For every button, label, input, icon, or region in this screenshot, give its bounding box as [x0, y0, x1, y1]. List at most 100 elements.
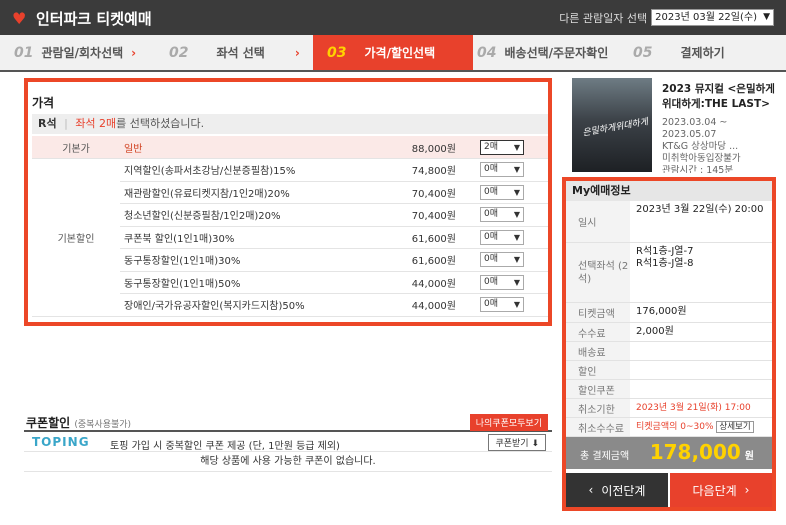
- total-value: 178,000: [649, 440, 741, 464]
- chevron-down-icon: ▼: [513, 210, 520, 220]
- chevron-right-icon: ›: [744, 483, 750, 497]
- price-title: 가격: [32, 96, 55, 110]
- date-select[interactable]: 2023년 03월 22일(수) ▼: [651, 9, 774, 26]
- total-amount: 178,000 원: [650, 440, 754, 464]
- qty-cell: 0매 ▼: [470, 158, 548, 182]
- my-booking-title: My예매정보: [566, 181, 772, 201]
- info-row-discount: 할인: [566, 361, 772, 380]
- step-5[interactable]: 05 결제하기: [621, 35, 786, 70]
- qty-value: 2매: [484, 141, 499, 152]
- qty-cell: 0매 ▼: [470, 181, 548, 204]
- qty-select[interactable]: 0매 ▼: [480, 207, 524, 223]
- show-age: 미취학아동입장불가: [662, 153, 741, 164]
- get-coupon-button[interactable]: 쿠폰받기 ⬇: [488, 434, 546, 451]
- info-row-shipping: 배송료: [566, 342, 772, 361]
- step-bar: 01 관람일/회차선택 › 02 좌석 선택 › 03 가격/할인선택 04 배…: [0, 35, 786, 72]
- info-label: 배송료: [566, 342, 630, 360]
- step-3-active[interactable]: 03 가격/할인선택: [313, 35, 473, 70]
- price-value: 88,000원: [380, 136, 470, 159]
- chevron-down-icon: ▼: [513, 165, 520, 175]
- info-row-coupon: 할인쿠폰: [566, 380, 772, 399]
- info-row-seats: 선택좌석 (2석) R석1층-J열-7 R석1층-J열-8: [566, 243, 772, 303]
- no-coupon-message: 해당 상품에 사용 가능한 쿠폰이 없습니다.: [24, 452, 552, 472]
- show-venue: KT&G 상상마당 ...: [662, 141, 739, 152]
- qty-value: 0매: [484, 254, 499, 265]
- show-poster: 은밀하게위대하게: [572, 78, 652, 172]
- qty-select[interactable]: 0매 ▼: [480, 184, 524, 200]
- price-category: 기본가: [32, 136, 120, 159]
- show-dates: 2023.03.04 ~ 2023.05.07: [662, 117, 728, 140]
- step-4[interactable]: 04 배송선택/주문자확인: [473, 35, 621, 70]
- next-step-label: 다음단계: [692, 483, 737, 498]
- detail-button[interactable]: 상세보기: [716, 421, 754, 433]
- qty-select[interactable]: 0매 ▼: [480, 252, 524, 268]
- info-value: 176,000원: [636, 306, 687, 317]
- qty-select[interactable]: 0매 ▼: [480, 229, 524, 245]
- step-2[interactable]: 02 좌석 선택 ›: [155, 35, 313, 70]
- step-label: 좌석 선택: [216, 46, 265, 60]
- qty-select[interactable]: 0매 ▼: [480, 162, 524, 178]
- date-select-label: 다른 관람일자 선택: [559, 11, 648, 25]
- brand-logo: ♥ 인터파크 티켓예매: [12, 8, 152, 29]
- next-step-button[interactable]: 다음단계 ›: [670, 473, 772, 507]
- info-value: R석1층-J열-7 R석1층-J열-8: [636, 243, 772, 270]
- grade-name: R석: [38, 117, 57, 130]
- step-label: 관람일/회차선택: [41, 46, 124, 60]
- show-runtime: 관람시간 : 145분: [662, 165, 734, 173]
- prev-step-button[interactable]: ‹ 이전단계: [566, 473, 668, 507]
- qty-select[interactable]: 0매 ▼: [480, 274, 524, 290]
- date-select-value: 2023년 03월 22일(수): [655, 12, 757, 23]
- grade-separator: |: [64, 117, 68, 130]
- chevron-down-icon: ▼: [513, 187, 520, 197]
- coupon-row: TOPING 토핑 가입 시 중복할인 쿠폰 제공 (단, 1만원 등급 제외)…: [24, 432, 552, 452]
- step-label: 결제하기: [680, 46, 725, 60]
- info-row-cancel-deadline: 취소기한 2023년 3월 21일(화) 17:00: [566, 399, 772, 418]
- coupon-title-text: 쿠폰할인: [26, 416, 71, 430]
- cancel-fee-value: 티켓금액의 0~30%: [636, 422, 714, 432]
- chevron-down-icon: ▼: [763, 12, 770, 22]
- step-number: 02: [169, 44, 189, 61]
- qty-cell: 0매 ▼: [470, 271, 548, 294]
- info-value: 2,000원: [636, 326, 674, 337]
- nav-buttons: ‹ 이전단계 다음단계 ›: [566, 473, 772, 507]
- qty-select[interactable]: 0매 ▼: [480, 297, 524, 313]
- chevron-down-icon: ▼: [513, 277, 520, 287]
- qty-select[interactable]: 2매 ▼: [480, 139, 524, 155]
- price-category: 기본할인: [32, 158, 120, 317]
- step-number: 04: [477, 44, 497, 61]
- my-coupons-button[interactable]: 나의쿠폰모두보기: [469, 414, 548, 431]
- chevron-down-icon: ▼: [513, 232, 520, 242]
- coupon-title: 쿠폰할인 (중복사용불가): [26, 414, 131, 431]
- seat-2: R석1층-J열-8: [636, 258, 694, 269]
- qty-value: 0매: [484, 299, 499, 310]
- total-unit: 원: [744, 451, 754, 462]
- price-value: 61,600원: [380, 226, 470, 249]
- info-value: 2023년 3월 22일(수) 20:00: [636, 204, 764, 215]
- poster-title: 은밀하게위대하게: [581, 117, 649, 139]
- prev-step-label: 이전단계: [601, 483, 646, 498]
- coupon-subtitle: (중복사용불가): [74, 420, 132, 430]
- price-name: 쿠폰북 할인(1인1매)30%: [120, 226, 380, 249]
- qty-cell: 0매 ▼: [470, 248, 548, 272]
- step-1[interactable]: 01 관람일/회차선택 ›: [0, 35, 155, 70]
- grade-info: R석 | 좌석 2매를 선택하셨습니다.: [32, 114, 548, 134]
- price-name: 장애인/국가유공자할인(복지카드지참)50%: [120, 293, 380, 317]
- step-number: 05: [633, 44, 653, 61]
- price-value: 70,400원: [380, 203, 470, 227]
- coupon-description: 토핑 가입 시 중복할인 쿠폰 제공 (단, 1만원 등급 제외): [110, 441, 340, 452]
- price-table: 기본가 일반 88,000원 2매 ▼ 기본할인 지역할인(송파서초강남/신분증필…: [32, 136, 548, 317]
- price-name: 청소년할인(신분증필참/1인2매)20%: [120, 203, 380, 227]
- qty-cell: 0매 ▼: [470, 203, 548, 227]
- price-name: 재관람할인(유료티켓지참/1인2매)20%: [120, 181, 380, 204]
- qty-value: 0매: [484, 276, 499, 287]
- info-label: 일시: [566, 201, 630, 242]
- info-value: 티켓금액의 0~30% 상세보기: [636, 418, 772, 433]
- total-amount-bar: 총 결제금액 178,000 원: [566, 437, 772, 469]
- price-value: 44,000원: [380, 293, 470, 317]
- chevron-right-icon: ›: [131, 45, 137, 60]
- info-value: 2023년 3월 21일(화) 17:00: [636, 403, 751, 413]
- get-coupon-label: 쿠폰받기: [495, 439, 529, 449]
- price-value: 70,400원: [380, 181, 470, 204]
- price-value: 61,600원: [380, 248, 470, 272]
- qty-cell: 0매 ▼: [470, 226, 548, 249]
